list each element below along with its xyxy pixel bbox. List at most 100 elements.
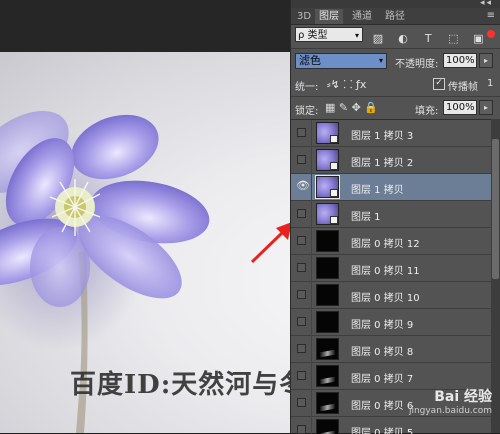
blend-mode-select[interactable]: 滤色 ▾ — [295, 53, 387, 69]
visibility-toggle[interactable] — [297, 263, 306, 272]
propagate-frame-checkbox[interactable]: ✓ — [433, 78, 445, 90]
opacity-slider-icon[interactable]: ▸ — [479, 53, 493, 68]
lock-label: 锁定: — [295, 106, 319, 117]
flower-photo[interactable]: 百度ID:天然河与冬相约 — [0, 52, 290, 433]
document-canvas[interactable]: 百度ID:天然河与冬相约 — [0, 0, 290, 433]
layer-thumbnail[interactable] — [316, 419, 339, 434]
layer-thumbnail[interactable] — [316, 203, 339, 225]
layer-row[interactable]: 图层 0 拷贝 11 — [291, 255, 491, 282]
row-divider — [311, 309, 312, 336]
visibility-toggle[interactable] — [297, 128, 306, 137]
collapse-panel-icon[interactable]: ◂◂ — [480, 0, 493, 8]
panel-menu-icon[interactable]: ≡ — [487, 10, 495, 21]
layer-thumbnail[interactable] — [316, 230, 339, 252]
layer-name[interactable]: 图层 0 拷贝 7 — [351, 370, 413, 385]
opacity-input[interactable]: 100% — [443, 53, 477, 68]
panel-header-bar: ◂◂ — [291, 0, 500, 8]
visibility-toggle[interactable] — [297, 317, 306, 326]
filter-icons: ▨ ◐ T ⬚ ▣ — [371, 27, 491, 45]
baidu-url: jingyan.baidu.com — [408, 406, 492, 416]
layer-thumbnail[interactable] — [316, 392, 339, 414]
pixel-filter-icon[interactable]: ▨ — [371, 32, 385, 46]
thumbnail-streak — [320, 349, 335, 358]
thumbnail-streak — [320, 376, 335, 385]
layer-row[interactable]: 图层 0 拷贝 8 — [291, 336, 491, 363]
filter-kind-label: ρ 类型 — [298, 30, 328, 41]
layer-name[interactable]: 图层 0 拷贝 9 — [351, 316, 413, 331]
layer-thumbnail[interactable] — [316, 338, 339, 360]
type-filter-icon[interactable]: T — [421, 32, 435, 46]
tab-paths[interactable]: 路径 — [381, 9, 409, 24]
layer-row[interactable]: 图层 0 拷贝 10 — [291, 282, 491, 309]
filter-kind-select[interactable]: ρ 类型 ▾ — [295, 27, 363, 42]
visibility-toggle[interactable] — [297, 290, 306, 299]
tab-3d[interactable]: 3D — [293, 9, 315, 24]
shape-filter-icon[interactable]: ⬚ — [446, 32, 460, 46]
visibility-toggle[interactable] — [297, 155, 306, 164]
layer-thumbnail[interactable] — [316, 311, 339, 333]
layer-name[interactable]: 图层 0 拷贝 11 — [351, 262, 420, 277]
eye-icon[interactable]: 👁 — [296, 179, 310, 192]
visibility-toggle[interactable] — [297, 209, 306, 218]
row-divider — [311, 255, 312, 282]
scrollbar-thumb[interactable] — [492, 139, 499, 279]
smart-object-filter-icon[interactable]: ▣ — [471, 32, 485, 46]
adjustment-filter-icon[interactable]: ◐ — [396, 32, 410, 46]
lock-icons[interactable]: ▦ ✎ ✥ 🔒 — [325, 101, 378, 114]
layer-row[interactable]: 👁 图层 1 拷贝 — [291, 174, 491, 201]
baidu-jingyan-watermark: Bai 经验 jingyan.baidu.com — [383, 386, 500, 416]
layer-name[interactable]: 图层 0 拷贝 10 — [351, 289, 420, 304]
blend-mode-value: 滤色 — [299, 54, 321, 67]
row-divider — [311, 120, 312, 147]
visibility-toggle[interactable] — [297, 371, 306, 380]
row-divider — [311, 174, 312, 201]
visibility-toggle[interactable] — [297, 344, 306, 353]
panel-tabs: 3D 图层 通道 路径 ≡ — [291, 8, 500, 25]
layer-name[interactable]: 图层 1 拷贝 — [351, 181, 404, 196]
canvas-background-top — [0, 0, 290, 52]
layer-row[interactable]: 图层 0 拷贝 9 — [291, 309, 491, 336]
layer-row[interactable]: 图层 0 拷贝 12 — [291, 228, 491, 255]
row-divider — [311, 282, 312, 309]
watermark-text: 百度ID:天然河与冬相约 — [70, 370, 290, 400]
layer-name[interactable]: 图层 1 拷贝 3 — [351, 127, 413, 142]
chevron-down-icon: ▾ — [378, 56, 383, 65]
layer-name[interactable]: 图层 0 拷贝 8 — [351, 343, 413, 358]
visibility-toggle[interactable] — [297, 398, 306, 407]
fill-label: 填充: — [415, 106, 439, 117]
smart-object-icon — [330, 216, 338, 224]
row-divider — [311, 336, 312, 363]
layer-thumbnail[interactable] — [316, 122, 339, 144]
fill-slider-icon[interactable]: ▸ — [479, 100, 493, 115]
propagate-frame-label: 传播帧 — [448, 82, 478, 93]
row-divider — [311, 417, 312, 434]
layers-panel: ◂◂ 3D 图层 通道 路径 ≡ ρ 类型 ▾ ▨ ◐ T ⬚ ▣ 滤色 ▾ 不… — [290, 0, 500, 434]
visibility-toggle[interactable] — [297, 236, 306, 245]
row-divider — [311, 228, 312, 255]
row-divider — [311, 363, 312, 390]
layer-row[interactable]: 图层 1 — [291, 201, 491, 228]
tab-layers[interactable]: 图层 — [315, 9, 343, 24]
smart-object-icon — [330, 189, 338, 197]
unify-icons[interactable]: ⸗↯ ⸬ ƒx — [327, 77, 366, 92]
layer-thumbnail[interactable] — [316, 365, 339, 387]
layer-row[interactable]: 图层 0 拷贝 5 — [291, 417, 491, 434]
layer-name[interactable]: 图层 1 拷贝 2 — [351, 154, 413, 169]
layer-row[interactable]: 图层 1 拷贝 3 — [291, 120, 491, 147]
unify-label: 统一: — [295, 82, 319, 93]
layer-thumbnail[interactable] — [316, 284, 339, 306]
layer-thumbnail[interactable] — [315, 175, 340, 199]
layer-row[interactable]: 图层 1 拷贝 2 — [291, 147, 491, 174]
fill-input[interactable]: 100% — [443, 100, 477, 115]
layer-name[interactable]: 图层 0 拷贝 12 — [351, 235, 420, 250]
layer-thumbnail[interactable] — [316, 257, 339, 279]
unify-row: 统一: ⸗↯ ⸬ ƒx ✓ 传播帧 1 — [291, 73, 500, 95]
layer-name[interactable]: 图层 1 — [351, 208, 381, 223]
filter-toggle-icon[interactable] — [487, 30, 495, 38]
chevron-down-icon: ▾ — [354, 31, 359, 40]
tab-channels[interactable]: 通道 — [348, 9, 376, 24]
smart-object-icon — [330, 135, 338, 143]
layer-thumbnail[interactable] — [316, 149, 339, 171]
row-divider — [311, 147, 312, 174]
lock-row: 锁定: ▦ ✎ ✥ 🔒 填充: 100% ▸ — [291, 96, 500, 119]
